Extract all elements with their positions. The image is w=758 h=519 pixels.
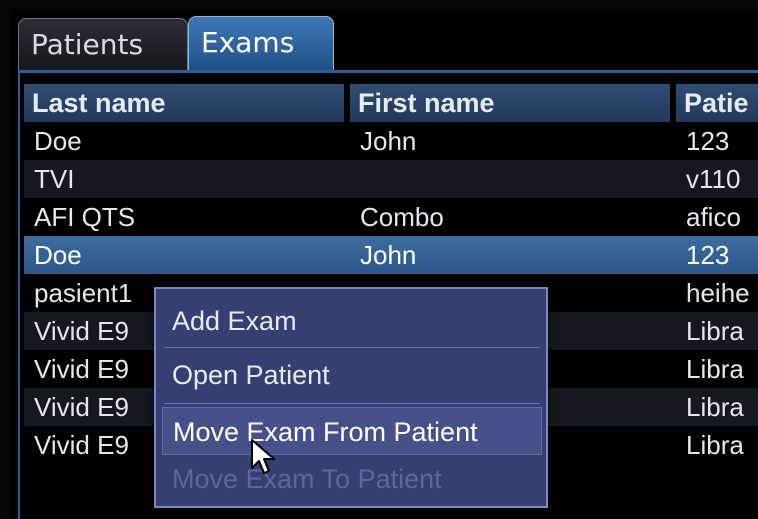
column-header-patient-id[interactable]: Patie	[676, 84, 758, 122]
column-header-last-name[interactable]: Last name	[24, 84, 344, 122]
cell-patient-id: 123	[686, 240, 730, 270]
table-row[interactable]: TVI v110	[24, 160, 758, 198]
tab-underline	[18, 70, 758, 73]
table-row[interactable]: Doe John 123	[24, 122, 758, 160]
menu-item-move-exam-from-patient[interactable]: Move Exam From Patient	[162, 407, 542, 455]
cell-patient-id: 123	[686, 126, 730, 156]
menu-separator	[164, 347, 540, 348]
menu-item-add-exam[interactable]: Add Exam	[162, 297, 542, 345]
menu-item-move-exam-to-patient: Move Exam To Patient	[172, 464, 442, 494]
cell-patient-id: Libra	[686, 392, 744, 422]
cell-first-name: John	[360, 240, 417, 270]
panel-border	[18, 73, 20, 519]
context-menu: Add Exam Open Patient Move Exam From Pat…	[154, 287, 548, 508]
tab-exams[interactable]: Exams	[188, 16, 334, 72]
cell-patient-id: Libra	[686, 430, 744, 460]
cell-patient-id: afico	[686, 202, 741, 232]
cell-first-name: John	[360, 126, 417, 156]
cell-last-name: Doe	[34, 126, 82, 156]
cell-patient-id: Libra	[686, 354, 744, 384]
table-row-selected[interactable]: Doe John 123	[24, 236, 758, 274]
table-row[interactable]: AFI QTS Combo afico	[24, 198, 758, 236]
cell-patient-id: v110	[686, 164, 741, 194]
cell-first-name: Combo	[360, 202, 444, 232]
cell-last-name: TVI	[34, 164, 75, 194]
exam-browser-window: Patients Exams Last name First name Pati…	[10, 10, 758, 519]
menu-separator	[164, 403, 540, 404]
menu-item-open-patient[interactable]: Open Patient	[162, 351, 542, 399]
table-header: Last name First name Patie	[24, 84, 758, 122]
cell-last-name: Doe	[34, 240, 82, 270]
mouse-pointer-icon	[251, 439, 275, 474]
tab-bar: Patients Exams	[10, 10, 758, 76]
tab-patients[interactable]: Patients	[18, 18, 188, 70]
cell-patient-id: heihe	[686, 278, 750, 308]
cell-last-name: AFI QTS	[34, 202, 136, 232]
cell-patient-id: Libra	[686, 316, 744, 346]
column-header-first-name[interactable]: First name	[350, 84, 670, 122]
